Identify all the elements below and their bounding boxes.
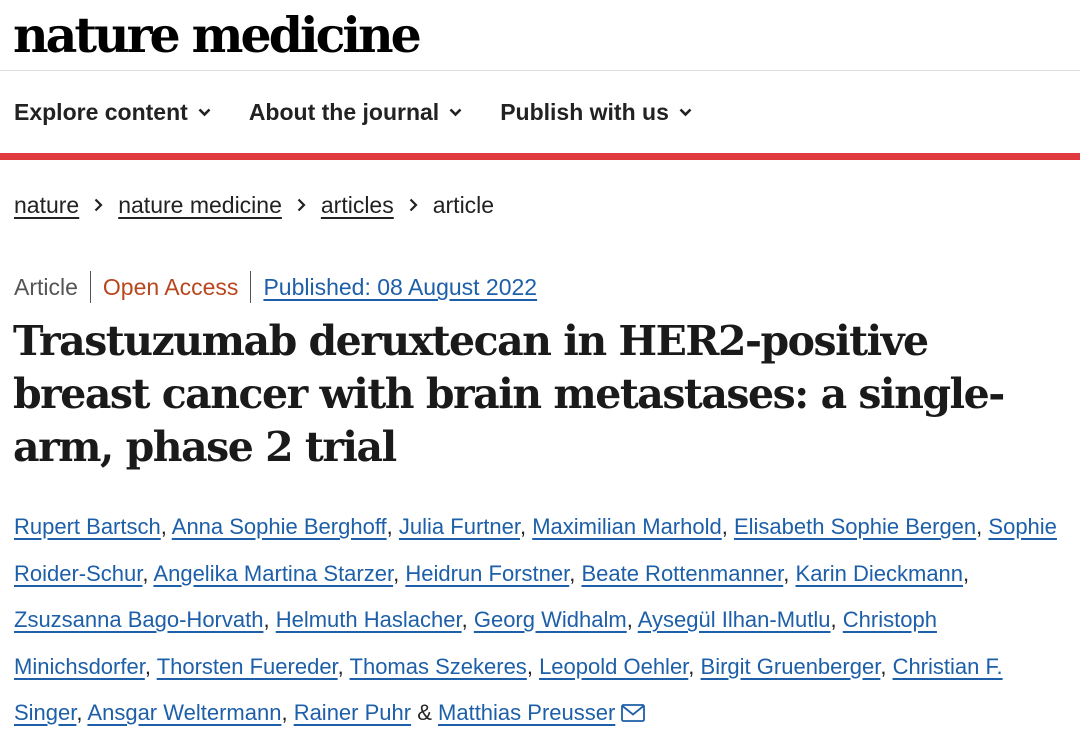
nav-explore-content-label: Explore content	[14, 99, 188, 125]
breadcrumb-current: article	[432, 192, 495, 218]
article-type: Article	[14, 274, 78, 300]
author-separator: ,	[526, 653, 533, 679]
author-link[interactable]: Rainer Puhr	[294, 700, 411, 725]
author-separator: ,	[783, 560, 790, 586]
breadcrumb-nature-medicine[interactable]: nature medicine	[118, 189, 282, 221]
nav-about-journal-label: About the journal	[248, 99, 440, 125]
author-separator: ,	[830, 607, 837, 632]
author-link[interactable]: Elisabeth Sophie Bergen	[734, 514, 976, 539]
nav-publish-with-us[interactable]: Publish with us	[500, 96, 692, 128]
author-separator: ,	[386, 514, 393, 539]
article-meta: Article Open Access Published: 08 August…	[14, 271, 537, 303]
author-link[interactable]: Karin Dieckmann	[796, 561, 964, 586]
chevron-right-icon	[94, 198, 103, 212]
author-link[interactable]: Beate Rottenmanner	[581, 561, 783, 586]
header-divider	[0, 70, 1080, 71]
author-list: Rupert Bartsch, Anna Sophie Berghoff, Ju…	[14, 504, 1074, 731]
author-separator: ,	[880, 653, 887, 679]
meta-divider	[89, 271, 91, 303]
accent-bar	[0, 153, 1080, 160]
author-link[interactable]: Anna Sophie Berghoff	[172, 514, 387, 539]
author-link[interactable]: Heidrun Forstner	[405, 561, 569, 586]
chevron-down-icon	[198, 108, 211, 116]
author-link[interactable]: Matthias Preusser	[438, 700, 615, 725]
breadcrumb-nature[interactable]: nature	[14, 189, 79, 221]
meta-divider	[250, 271, 252, 303]
author-separator: ,	[337, 653, 344, 679]
article-title: Trastuzumab deruxtecan in HER2-positive …	[13, 317, 1005, 471]
author-link[interactable]: Leopold Oehler	[539, 654, 688, 679]
author-link[interactable]: Maximilian Marhold	[532, 514, 722, 539]
author-link[interactable]: Ansgar Weltermann	[87, 700, 281, 725]
author-separator: ,	[144, 653, 151, 679]
author-link[interactable]: Angelika Martina Starzer	[153, 561, 393, 586]
breadcrumb-articles[interactable]: articles	[321, 189, 394, 221]
author-separator: ,	[569, 560, 576, 586]
author-link[interactable]: Julia Furtner	[399, 514, 520, 539]
author-link[interactable]: Thomas Szekeres	[350, 654, 527, 679]
author-ampersand: &	[417, 700, 432, 725]
main-nav: Explore content About the journal Publis…	[14, 96, 730, 128]
journal-logo[interactable]: nature medicine	[13, 4, 422, 66]
chevron-down-icon	[449, 108, 462, 116]
chevron-down-icon	[679, 108, 692, 116]
chevron-right-icon	[409, 198, 418, 212]
author-separator: ,	[160, 514, 167, 539]
author-separator: ,	[461, 607, 468, 632]
author-separator: ,	[142, 560, 149, 586]
author-link[interactable]: Zsuzsanna Bago-Horvath	[14, 607, 263, 632]
breadcrumb: nature nature medicine articles article	[14, 189, 494, 221]
open-access-badge: Open Access	[102, 274, 239, 300]
author-separator: ,	[519, 514, 527, 539]
author-separator: ,	[721, 514, 728, 539]
author-link[interactable]: Helmuth Haslacher	[276, 607, 462, 632]
author-separator: ,	[963, 560, 970, 586]
author-separator: ,	[976, 514, 983, 539]
chevron-right-icon	[297, 198, 306, 212]
published-date[interactable]: Published: 08 August 2022	[263, 271, 537, 303]
author-separator: ,	[263, 607, 270, 632]
author-link[interactable]: Thorsten Fuereder	[157, 654, 338, 679]
nav-explore-content[interactable]: Explore content	[14, 96, 211, 128]
nav-publish-with-us-label: Publish with us	[500, 99, 669, 125]
author-separator: ,	[393, 560, 400, 586]
author-separator: ,	[281, 700, 288, 725]
author-link[interactable]: Rupert Bartsch	[14, 514, 161, 539]
mail-icon[interactable]	[621, 692, 646, 731]
nav-about-journal[interactable]: About the journal	[249, 96, 462, 128]
author-link[interactable]: Aysegül Ilhan-Mutlu	[638, 607, 831, 632]
author-separator: ,	[626, 607, 633, 632]
author-link[interactable]: Georg Widhalm	[474, 607, 627, 632]
author-separator: ,	[688, 653, 695, 679]
author-link[interactable]: Birgit Gruenberger	[701, 654, 881, 679]
author-separator: ,	[76, 700, 83, 725]
